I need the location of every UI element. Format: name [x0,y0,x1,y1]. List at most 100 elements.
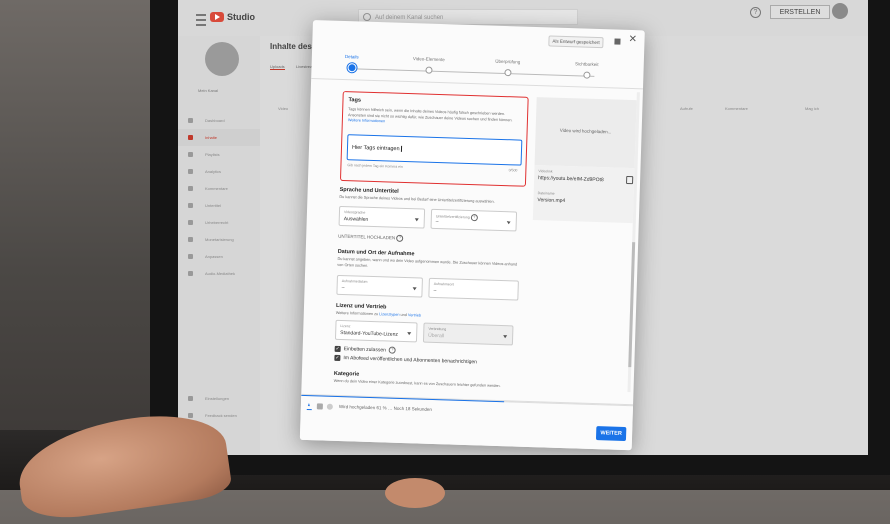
sidebar-item-audio-library[interactable]: Audio-Mediathek [178,265,260,282]
upload-status-text: Video wird hochgeladen... [559,127,612,135]
sidebar-item-subtitles[interactable]: Untertitel [178,197,260,214]
step-dot [503,69,512,77]
sidebar: Mein Kanal Dashboard Inhalte Playlists A… [178,36,261,455]
sidebar-item-customize[interactable]: Anpassen [178,248,260,265]
column-header-comments: Kommentare [725,106,748,111]
flag-icon[interactable] [614,38,621,45]
more-info-link[interactable]: Weitere Informationen [348,118,385,123]
select-label: Untertitelzertifizierung ? [436,213,478,222]
tags-title: Tags [348,97,362,104]
upload-progress-fill [301,394,504,403]
copy-icon[interactable] [626,175,634,185]
settings-icon [188,396,193,401]
tags-description: Tags können hilfreich sein, wenn die Inh… [348,107,523,129]
create-button[interactable]: ERSTELLEN [770,5,830,19]
allow-embed-checkbox[interactable]: ✓ Einbetten zulassen ? [334,345,397,354]
video-language-select[interactable]: Videosprache Auswählen [338,205,426,229]
language-title: Sprache und Untertitel [339,186,399,195]
sidebar-item-label: Einstellungen [205,396,230,401]
step-dot [347,64,356,72]
stepper: Details Video-Elemente Überprüfung Sicht… [341,54,601,82]
recording-date-select[interactable]: Aufnahmedatum – [336,274,423,298]
recording-description: Du kannst angeben, wann und wo dein Vide… [337,256,518,268]
sidebar-item-copyright[interactable]: Urheberrecht [178,214,260,231]
account-avatar[interactable] [832,3,848,19]
video-preview: Video wird hochgeladen... [534,97,637,169]
tags-input-value: Hier Tags eintragen [351,144,402,153]
step-dot [424,66,433,74]
scroll-thumb[interactable] [628,242,636,368]
sidebar-item-label: Anpassen [205,254,223,259]
column-header-views: Aufrufe [680,106,693,111]
tags-counter: 0/500 [508,168,518,173]
sidebar-item-label: Urheberrecht [205,220,229,225]
distribution-select: Verbreitung Überall [422,322,514,346]
video-link[interactable]: https://youtu.be/eIM-Zd9POt8 [538,175,604,183]
language-description: Du kannst die Sprache deines Videos und … [339,194,495,204]
playlist-icon [188,152,193,157]
upload-subtitles-button[interactable]: UNTERTITEL HOCHLADEN ? [338,233,404,242]
logo-text: Studio [227,12,255,22]
file-name-label: Dateiname [537,191,555,196]
tags-hint: Gib nach jedem Tag ein Komma ein [347,163,403,169]
channel-avatar[interactable] [205,42,239,76]
distribution-link[interactable]: Vertrieb [408,313,421,317]
dashboard-icon [188,118,193,123]
help-circle-icon[interactable]: ? [470,214,478,222]
help-icon[interactable]: ? [750,7,761,18]
notify-subscribers-checkbox[interactable]: ✓ Im Abofeed veröffentlichen und Abonnen… [334,354,477,365]
sidebar-item-settings[interactable]: Einstellungen [178,390,260,407]
copyright-icon [188,220,193,225]
license-title: Lizenz und Vertrieb [335,302,387,311]
channel-name: Mein Kanal [198,88,219,93]
step-video-elements[interactable]: Video-Elemente [393,56,463,75]
check-circle-icon [326,403,333,410]
step-label: Video-Elemente [412,56,445,63]
studio-logo[interactable]: Studio [210,12,255,22]
sidebar-item-playlists[interactable]: Playlists [178,146,260,163]
sidebar-item-content[interactable]: Inhalte [178,129,260,146]
tab-uploads[interactable]: Uploads [270,64,285,70]
close-icon[interactable]: ✕ [628,34,637,45]
chevron-down-icon [407,332,412,336]
sidebar-item-dashboard[interactable]: Dashboard [178,112,260,129]
license-types-link[interactable]: Lizenztypen [379,312,399,317]
select-value: Standard-YouTube-Lizenz [340,330,398,338]
step-details[interactable]: Details [316,53,386,72]
license-select[interactable]: Lizenz Standard-YouTube-Lizenz [334,319,418,343]
help-circle-icon[interactable]: ? [396,234,404,242]
select-label: Videosprache [343,210,366,215]
help-circle-icon[interactable]: ? [388,346,397,354]
sidebar-item-label: Feedback senden [205,413,237,418]
sidebar-item-comments[interactable]: Kommentare [178,180,260,197]
step-label: Überprüfung [495,58,521,65]
select-value: – [433,287,437,295]
select-label: Aufnahmeort [433,281,454,287]
checkbox-label: Einbetten zulassen [343,345,387,353]
sidebar-item-analytics[interactable]: Analytics [178,163,260,180]
step-review[interactable]: Überprüfung [472,58,542,77]
select-value: – [341,285,345,292]
upload-dialog: Als Entwurf gespeichert ✕ Details Video-… [299,20,645,451]
category-description: Wenn du dein Video einer Kategorie zuord… [333,378,501,389]
tags-input[interactable]: Hier Tags eintragen [346,134,523,166]
search-placeholder: Auf deinem Kanal suchen [375,15,444,21]
next-button[interactable]: WEITER [595,426,627,442]
recording-place-input[interactable]: Aufnahmeort – [428,277,519,301]
column-header-likes: Mag ich [805,106,820,111]
sidebar-item-monetization[interactable]: Monetarisierung [178,231,260,248]
video-info-card: Videolink https://youtu.be/eIM-Zd9POt8 D… [532,165,635,224]
subtitle-cert-select[interactable]: Untertitelzertifizierung ? – [430,208,518,232]
sidebar-item-label: Analytics [205,169,222,174]
feedback-icon [188,413,193,418]
screen: Studio Auf deinem Kanal suchen ? ERSTELL… [178,0,868,455]
select-value: Auswählen [343,216,369,223]
select-value: Überall [428,332,445,340]
sidebar-item-label: Kommentare [205,186,228,191]
step-dot [582,71,591,79]
upload-icon [306,402,312,411]
audio-icon [188,271,193,276]
chevron-down-icon [506,221,511,225]
menu-icon[interactable] [196,14,206,26]
step-visibility[interactable]: Sichtbarkeit [551,61,621,80]
